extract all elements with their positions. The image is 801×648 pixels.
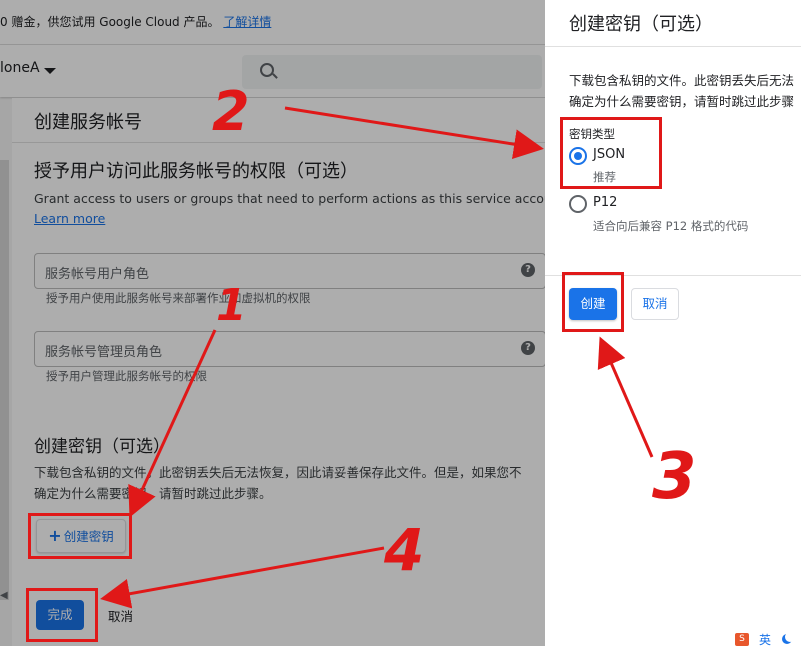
p12-label[interactable]: P12 (593, 195, 617, 210)
panel-cancel-button[interactable]: 取消 (631, 288, 679, 320)
panel-title: 创建密钥（可选） (569, 14, 713, 35)
moon-icon (785, 632, 795, 642)
create-button[interactable]: 创建 (569, 288, 617, 320)
ime-logo-icon: S (735, 633, 749, 646)
create-key-panel: 创建密钥（可选） 下载包含私钥的文件。此密钥丢失后无法 确定为什么需要密钥，请暂… (545, 0, 801, 646)
divider (545, 46, 801, 47)
ime-indicator[interactable]: S 英 (735, 632, 801, 647)
json-radio[interactable] (569, 147, 587, 165)
key-type-label: 密钥类型 (569, 127, 615, 141)
json-label[interactable]: JSON (593, 147, 625, 162)
description-line: 下载包含私钥的文件。此密钥丢失后无法 (569, 73, 795, 88)
panel-description: 下载包含私钥的文件。此密钥丢失后无法 确定为什么需要密钥，请暂时跳过此步骤 (569, 70, 801, 112)
ime-lang: 英 (759, 633, 772, 647)
description-line: 确定为什么需要密钥，请暂时跳过此步骤 (569, 94, 795, 109)
modal-scrim[interactable] (0, 0, 545, 646)
p12-sub: 适合向后兼容 P12 格式的代码 (593, 219, 749, 233)
json-sub: 推荐 (593, 170, 616, 184)
divider (545, 275, 801, 276)
p12-radio[interactable] (569, 195, 587, 213)
